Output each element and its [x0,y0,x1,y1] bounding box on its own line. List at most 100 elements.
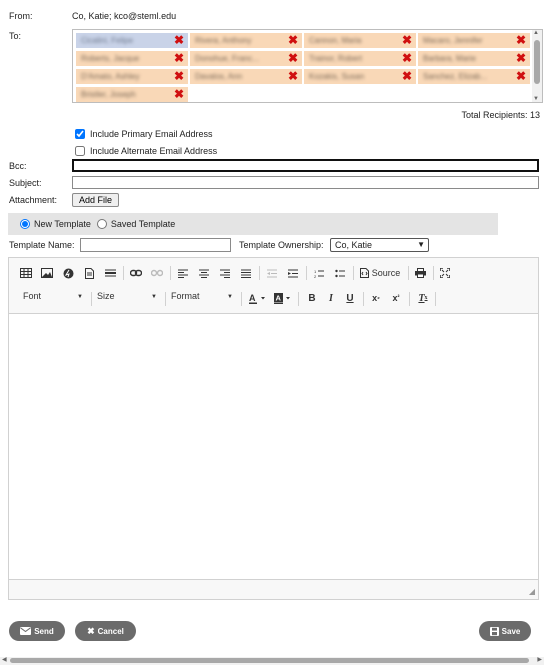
recipient-chip[interactable]: Barbara, Marie ✖ [418,51,530,66]
align-justify-icon[interactable] [238,265,254,281]
table-icon[interactable] [18,265,34,281]
text-color-button[interactable]: A [245,291,269,305]
saved-template-radio[interactable]: Saved Template [96,219,175,229]
font-dropdown[interactable]: Font ▼ [23,291,87,305]
send-button[interactable]: Send [9,621,65,641]
remove-icon[interactable]: ✖ [516,51,526,66]
recipient-chip[interactable]: Macaro, Jennifer ✖ [418,33,530,48]
indent-icon[interactable] [285,265,301,281]
image-icon[interactable] [39,265,55,281]
format-dropdown[interactable]: Format ▼ [171,291,237,305]
align-center-icon[interactable] [196,265,212,281]
add-file-button[interactable]: Add File [72,193,120,207]
remove-icon[interactable]: ✖ [402,33,412,48]
cancel-button[interactable]: ✖ Cancel [75,621,136,641]
recipients-box[interactable]: Cicalini, Felipe ✖ Rivera, Anthony ✖ Canno… [72,29,543,103]
background-color-icon: A [273,292,290,304]
recipient-chip[interactable]: Cicalini, Felipe ✖ [76,33,188,48]
source-icon [359,268,369,278]
maximize-icon[interactable] [437,265,453,281]
recipient-chip[interactable]: D'Amato, Ashley ✖ [76,69,188,84]
remove-icon[interactable]: ✖ [174,69,184,84]
chevron-down-icon: ▼ [151,294,157,300]
recipient-chip[interactable]: Bristler, Joseph ✖ [76,87,188,102]
remove-icon[interactable]: ✖ [174,51,184,66]
include-primary-checkbox[interactable]: Include Primary Email Address [75,129,213,139]
scroll-down-icon[interactable]: ▼ [533,96,539,102]
alternate-checkbox[interactable] [75,146,85,156]
template-ownership-label: Template Ownership: [239,240,324,250]
link-icon[interactable] [128,265,144,281]
scrollbar-thumb[interactable] [534,40,540,84]
editor-content-area[interactable] [9,315,538,579]
save-button[interactable]: Save [479,621,531,641]
envelope-icon [20,627,32,635]
primary-checkbox[interactable] [75,129,85,139]
outdent-icon[interactable] [264,265,280,281]
page-horizontal-scrollbar[interactable]: ◀ ▶ [0,657,544,665]
align-left-icon[interactable] [175,265,191,281]
remove-icon[interactable]: ✖ [174,87,184,102]
recipient-chip[interactable]: Rivera, Anthony ✖ [190,33,302,48]
include-alternate-checkbox[interactable]: Include Alternate Email Address [75,146,217,156]
size-dropdown[interactable]: Size ▼ [97,291,161,305]
resize-handle-icon[interactable]: ◢ [529,587,535,596]
subscript-icon[interactable]: x₂ [367,291,385,305]
superscript-icon[interactable]: x² [387,291,405,305]
to-label: To: [9,31,22,41]
svg-text:2: 2 [314,274,317,278]
recipient-chip[interactable]: Sanchez, Elizab... ✖ [418,69,530,84]
template-name-input[interactable] [80,238,231,252]
source-button[interactable]: Source [358,265,402,281]
editor-status-bar: ◢ [9,579,538,599]
recipients-scrollbar[interactable]: ▲ ▼ [532,30,542,102]
scroll-right-icon[interactable]: ▶ [537,656,542,663]
unlink-icon[interactable] [149,265,165,281]
remove-icon[interactable]: ✖ [288,33,298,48]
recipient-chip[interactable]: Roberts, Jacque ✖ [76,51,188,66]
numbered-list-icon[interactable]: 12 [311,265,327,281]
chevron-down-icon: ▼ [227,294,233,300]
subject-label: Subject: [9,178,42,188]
underline-icon[interactable]: U [341,291,359,305]
svg-text:A: A [249,293,256,303]
scroll-left-icon[interactable]: ◀ [2,656,7,663]
chevron-down-icon: ▼ [77,294,83,300]
scroll-up-icon[interactable]: ▲ [533,30,539,36]
remove-icon[interactable]: ✖ [402,51,412,66]
template-ownership-select[interactable]: Co, Katie ▼ [330,238,429,252]
bold-icon[interactable]: B [303,291,321,305]
remove-icon[interactable]: ✖ [174,33,184,48]
total-recipients: Total Recipients: 13 [461,110,540,120]
rich-text-editor: 12 Source Font ▼ Size ▼ Format ▼ A A B I… [8,257,539,600]
recipient-chip[interactable]: Cannon, Maria ✖ [304,33,416,48]
bcc-input[interactable] [72,159,539,172]
flash-icon[interactable] [60,265,76,281]
chevron-down-icon: ▼ [417,240,425,249]
remove-icon[interactable]: ✖ [288,69,298,84]
remove-icon[interactable]: ✖ [516,69,526,84]
remove-icon[interactable]: ✖ [516,33,526,48]
from-label: From: [9,11,33,21]
remove-icon[interactable]: ✖ [288,51,298,66]
template-mode-bar: New Template Saved Template [8,213,498,235]
remove-icon[interactable]: ✖ [402,69,412,84]
new-template-radio[interactable]: New Template [20,219,91,229]
recipient-chip[interactable]: Kozakis, Susan ✖ [304,69,416,84]
recipient-chip[interactable]: Donohue, Franc... ✖ [190,51,302,66]
from-value: Co, Katie; kco@steml.edu [72,11,177,21]
remove-format-icon[interactable]: Tx [414,291,432,305]
template-name-label: Template Name: [9,240,75,250]
text-color-icon: A [248,293,265,304]
recipient-chip[interactable]: Trainor, Robert ✖ [304,51,416,66]
page-icon[interactable] [81,265,97,281]
print-icon[interactable] [412,265,428,281]
scrollbar-thumb[interactable] [10,658,529,663]
subject-input[interactable] [72,176,539,189]
recipient-chip[interactable]: Davalos, Ann ✖ [190,69,302,84]
italic-icon[interactable]: I [322,291,340,305]
background-color-button[interactable]: A [270,291,294,305]
horizontal-rule-icon[interactable] [102,265,118,281]
align-right-icon[interactable] [217,265,233,281]
bulleted-list-icon[interactable] [332,265,348,281]
